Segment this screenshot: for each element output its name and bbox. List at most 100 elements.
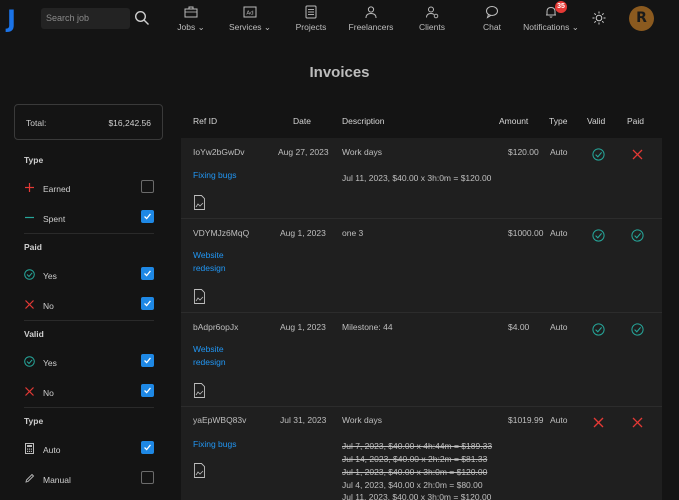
checkmark-icon (144, 300, 151, 307)
row-type: Auto (550, 228, 568, 238)
check-circle-icon (24, 356, 35, 367)
col-description[interactable]: Description (342, 116, 385, 126)
project-link[interactable]: Fixing bugs (193, 169, 236, 182)
struck-work-detail: Jul 7, 2023, $40.00 x 4h:44m = $189.33 (342, 441, 493, 451)
filter-manual[interactable]: Manual (24, 470, 154, 490)
spent-checkbox[interactable] (141, 210, 154, 223)
table-row[interactable]: VDYMJz6MqQ Aug 1, 2023 one 3 $1000.00 Au… (181, 219, 662, 313)
filter-valid-yes[interactable]: Yes (24, 353, 154, 373)
project-link[interactable]: Website redesign (193, 249, 226, 275)
project-link[interactable]: Website redesign (193, 343, 226, 369)
valid-yes-checkbox[interactable] (141, 354, 154, 367)
row-date: Aug 1, 2023 (280, 322, 326, 332)
calculator-icon (25, 443, 34, 454)
checkmark-icon (144, 444, 151, 451)
ref-id[interactable]: VDYMJz6MqQ (193, 228, 249, 238)
filter-paid-yes[interactable]: Yes (24, 266, 154, 286)
project-link-line: redesign (193, 357, 226, 367)
filter-earned[interactable]: Earned (24, 179, 154, 199)
col-date[interactable]: Date (293, 116, 311, 126)
filter-paid-no-label: No (43, 301, 54, 311)
row-type: Auto (550, 322, 568, 332)
ref-id[interactable]: IoYw2bGwDv (193, 147, 245, 157)
auto-checkbox[interactable] (141, 441, 154, 454)
divider (24, 320, 154, 321)
struck-work-detail: Jul 14, 2023, $40.00 x 2h:2m = $81.33 (342, 454, 488, 464)
project-link-line: Website (193, 250, 224, 260)
divider (24, 407, 154, 408)
paid-check-icon (631, 323, 644, 336)
nav-messages[interactable]: Chat (477, 5, 507, 32)
filter-valid-no[interactable]: No (24, 383, 154, 403)
svg-text:Ad: Ad (246, 11, 253, 17)
checkmark-icon (144, 387, 151, 394)
filter-paid-title: Paid (24, 242, 42, 252)
filter-auto[interactable]: Auto (24, 440, 154, 460)
minus-icon (25, 216, 34, 219)
table-row[interactable]: IoYw2bGwDv Aug 27, 2023 Work days $120.0… (181, 138, 662, 219)
project-link-line: Website (193, 344, 224, 354)
document-icon[interactable] (193, 463, 206, 478)
row-description: Work days (342, 147, 382, 157)
document-icon[interactable] (193, 195, 206, 210)
col-ref-id[interactable]: Ref ID (193, 116, 217, 126)
top-navigation: J Search job Jobs ⌄ Ad Services ⌄ Projec… (0, 0, 679, 40)
nav-notifications[interactable]: Notifications ⌄ (520, 5, 582, 32)
chevron-down-icon: ⌄ (197, 22, 205, 32)
chevron-down-icon: ⌄ (263, 22, 272, 32)
nav-jobs[interactable]: Jobs ⌄ (175, 5, 207, 32)
earned-checkbox[interactable] (141, 180, 154, 193)
row-description: Milestone: 44 (342, 322, 393, 332)
avatar[interactable]: R (629, 6, 654, 31)
paid-no-checkbox[interactable] (141, 297, 154, 310)
search-input[interactable]: Search job (41, 8, 130, 29)
divider (24, 233, 154, 234)
filter-spent[interactable]: Spent (24, 209, 154, 229)
nav-projects[interactable]: Projects (292, 5, 330, 32)
row-date: Jul 31, 2023 (280, 415, 327, 425)
not-paid-x-icon (632, 149, 643, 160)
nav-services[interactable]: Ad Services ⌄ (227, 5, 273, 32)
row-date: Aug 27, 2023 (278, 147, 329, 157)
projects-icon (305, 5, 317, 19)
valid-no-checkbox[interactable] (141, 384, 154, 397)
col-type[interactable]: Type (549, 116, 567, 126)
search-placeholder: Search job (46, 13, 90, 23)
nav-jobs-label: Jobs (177, 22, 196, 32)
nav-freelancers[interactable]: Freelancers (346, 5, 396, 32)
row-amount: $1000.00 (508, 228, 544, 238)
ref-id[interactable]: yaEpWBQ83v (193, 415, 246, 425)
filter-valid-title: Valid (24, 329, 44, 339)
project-link-line: redesign (193, 263, 226, 273)
total-value: $16,242.56 (108, 118, 151, 128)
valid-check-icon (592, 148, 605, 161)
filter-paid-no[interactable]: No (24, 296, 154, 316)
checkmark-icon (144, 270, 151, 277)
plus-icon (25, 183, 34, 192)
table-row[interactable]: yaEpWBQ83v Jul 31, 2023 Work days $1019.… (181, 407, 662, 500)
table-header: Ref ID Date Description Amount Type Vali… (181, 108, 662, 134)
sun-icon[interactable] (592, 11, 606, 25)
app-logo[interactable]: J (7, 6, 16, 32)
briefcase-icon (184, 6, 198, 18)
ref-id[interactable]: bAdpr6opJx (193, 322, 238, 332)
col-valid[interactable]: Valid (587, 116, 605, 126)
filter-auto-label: Auto (43, 445, 61, 455)
total-summary: Total: $16,242.56 (14, 104, 163, 140)
document-icon[interactable] (193, 383, 206, 398)
document-icon[interactable] (193, 289, 206, 304)
col-paid[interactable]: Paid (627, 116, 644, 126)
manual-checkbox[interactable] (141, 471, 154, 484)
row-type: Auto (550, 415, 568, 425)
not-paid-x-icon (632, 417, 643, 428)
col-amount[interactable]: Amount (499, 116, 528, 126)
nav-clients[interactable]: Clients (414, 5, 450, 32)
row-date: Aug 1, 2023 (280, 228, 326, 238)
search-icon[interactable] (134, 10, 150, 26)
row-amount: $1019.99 (508, 415, 544, 425)
project-link[interactable]: Fixing bugs (193, 438, 236, 451)
paid-yes-checkbox[interactable] (141, 267, 154, 280)
work-detail: Jul 11, 2023, $40.00 x 3h:0m = $120.00 (342, 492, 492, 500)
table-row[interactable]: bAdpr6opJx Aug 1, 2023 Milestone: 44 $4.… (181, 313, 662, 407)
filter-valid-yes-label: Yes (43, 358, 57, 368)
